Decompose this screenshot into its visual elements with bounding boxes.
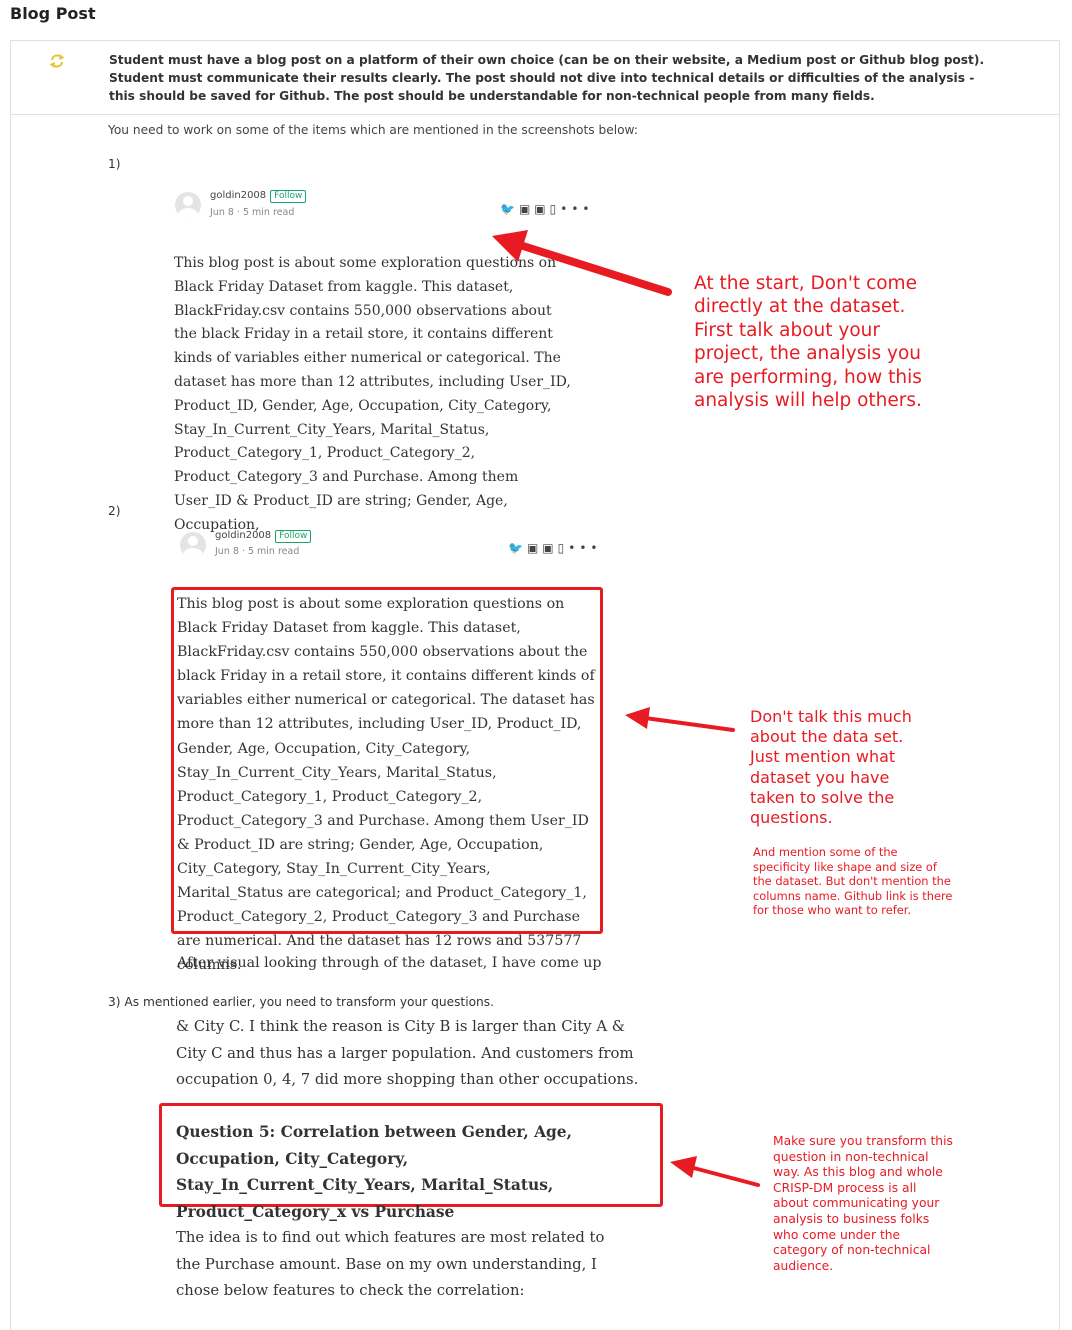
arrow-1 [492,230,672,296]
arrow-2 [625,707,735,732]
annotation-arrows [492,230,760,1187]
arrow-3 [670,1156,760,1187]
